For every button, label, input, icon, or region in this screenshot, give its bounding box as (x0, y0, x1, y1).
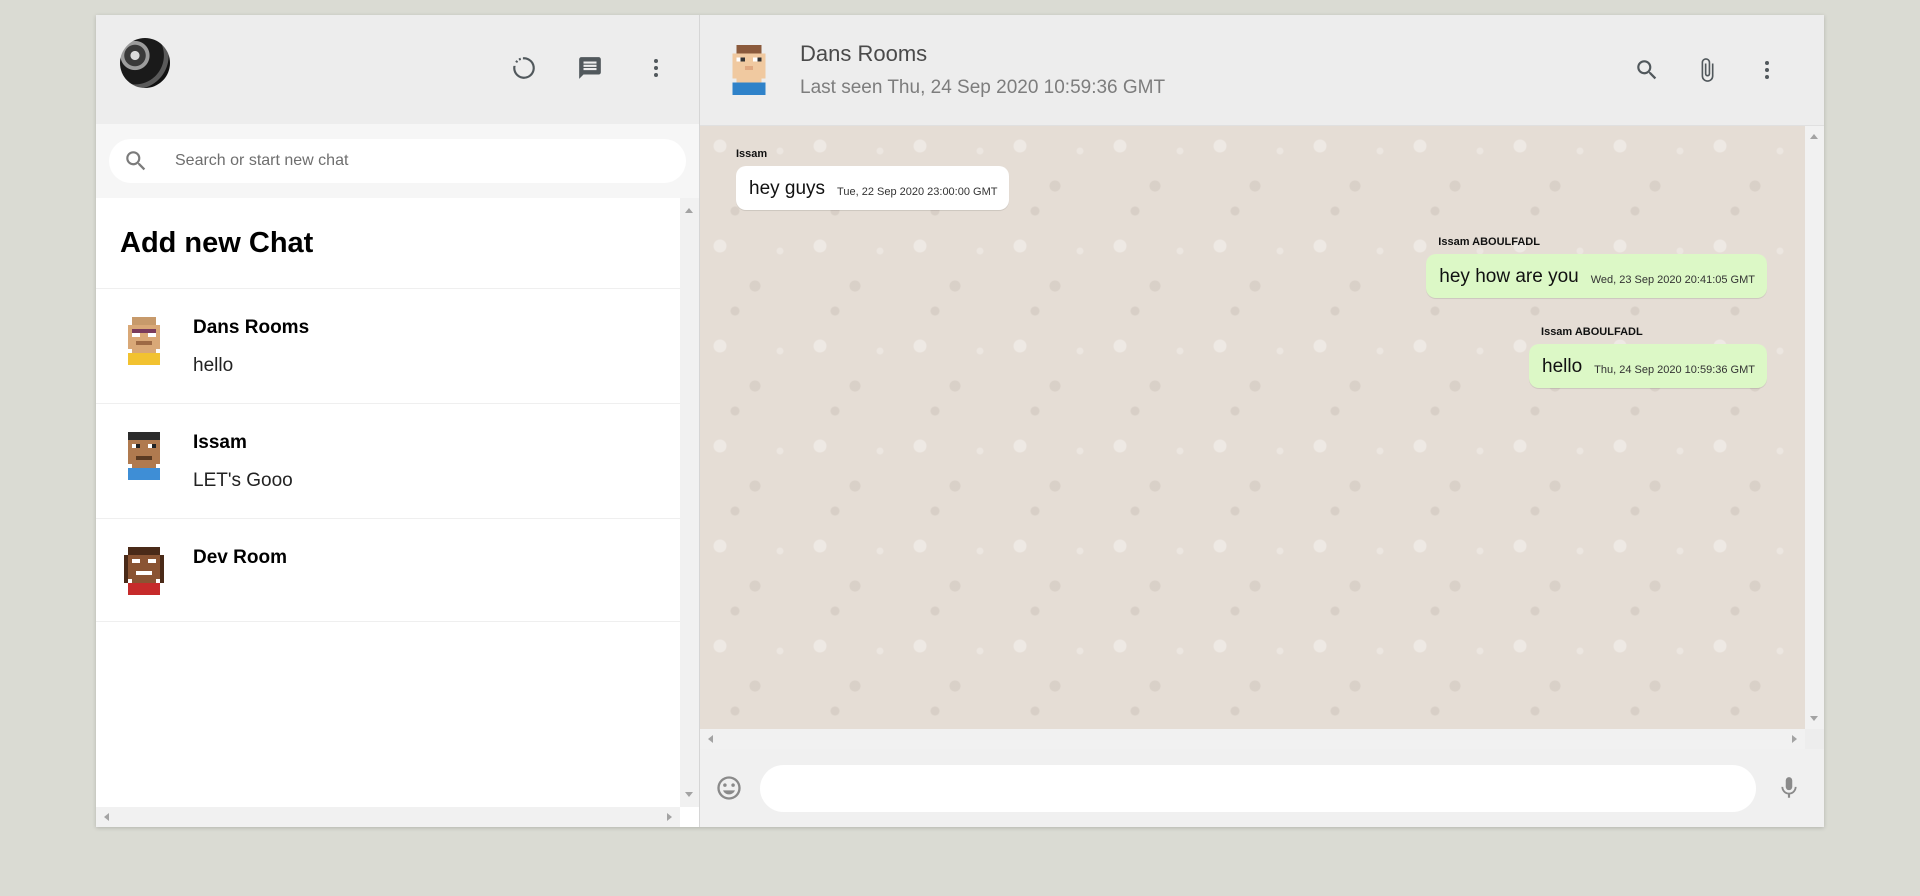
room-name: Dans Rooms (800, 41, 928, 66)
message-bubble[interactable]: hey how are you Wed, 23 Sep 2020 20:41:0… (1426, 254, 1767, 298)
message-time: Wed, 23 Sep 2020 20:41:05 GMT (1590, 274, 1755, 286)
emoji-icon[interactable] (714, 773, 744, 803)
pixel-avatar-dans (128, 317, 160, 365)
sidebar-horizontal-scrollbar[interactable] (96, 807, 680, 827)
chat-body-wrap: Issam hey guys Tue, 22 Sep 2020 23:00:00… (700, 126, 1824, 749)
message-input[interactable] (760, 764, 1756, 812)
search-icon (126, 151, 146, 171)
chat-header-icons (1632, 55, 1782, 85)
chat-horizontal-scrollbar[interactable] (700, 729, 1805, 749)
chat-name: Dev Room (193, 547, 287, 568)
pixel-avatar-issam (128, 432, 160, 480)
chat-list-container: Add new Chat Dans Rooms hello Issam LET'… (96, 198, 699, 827)
chat-last-message: hello (193, 355, 234, 376)
last-seen: Last seen Thu, 24 Sep 2020 10:59:36 GMT (800, 77, 1166, 98)
chat-list: Add new Chat Dans Rooms hello Issam LET'… (96, 198, 680, 807)
room-avatar[interactable] (728, 45, 770, 95)
chat-last-message: LET's Gooo (193, 470, 293, 491)
sidebar-header-icons (509, 53, 671, 83)
sidebar: Add new Chat (96, 15, 700, 827)
chat-list-item[interactable]: Dev Room (96, 519, 680, 622)
chat-vertical-scrollbar[interactable] (1805, 126, 1824, 729)
status-icon[interactable] (509, 53, 539, 83)
new-chat-icon[interactable] (575, 53, 605, 83)
search-area (96, 124, 699, 198)
chat-footer (700, 749, 1824, 827)
chat-panel: Dans Rooms Last seen Thu, 24 Sep 2020 10… (700, 15, 1824, 827)
chat-list-item[interactable]: Dans Rooms hello (96, 289, 680, 404)
message-outgoing: Issam ABOULFADL hey how are you Wed, 23 … (1426, 236, 1767, 298)
chat-header: Dans Rooms Last seen Thu, 24 Sep 2020 10… (700, 15, 1824, 126)
pixel-avatar-dev (124, 547, 164, 595)
sidebar-vertical-scrollbar[interactable] (680, 198, 699, 807)
message-incoming: Issam hey guys Tue, 22 Sep 2020 23:00:00… (736, 148, 1010, 210)
message-time: Tue, 22 Sep 2020 23:00:00 GMT (837, 186, 998, 198)
add-new-chat-label: Add new Chat (120, 226, 314, 259)
chat-list-item[interactable]: Issam LET's Gooo (96, 404, 680, 519)
more-vert-icon[interactable] (641, 53, 671, 83)
message-time: Thu, 24 Sep 2020 10:59:36 GMT (1594, 364, 1755, 376)
message-sender: Issam ABOULFADL (1438, 236, 1540, 248)
add-new-chat[interactable]: Add new Chat (96, 198, 680, 289)
search-input[interactable] (175, 152, 686, 170)
search-icon[interactable] (1632, 55, 1662, 85)
more-vert-icon[interactable] (1752, 55, 1782, 85)
message-outgoing: Issam ABOULFADL hello Thu, 24 Sep 2020 1… (1529, 326, 1767, 388)
message-text: hey guys (749, 178, 826, 199)
whatsapp-clone-app: Add new Chat (96, 15, 1824, 827)
sidebar-header (96, 15, 699, 124)
message-text: hey how are you (1439, 266, 1579, 287)
chat-name: Issam (193, 432, 247, 453)
message-bubble[interactable]: hello Thu, 24 Sep 2020 10:59:36 GMT (1529, 344, 1767, 388)
message-text: hello (1542, 356, 1583, 377)
chat-header-info: Dans Rooms Last seen Thu, 24 Sep 2020 10… (800, 41, 1632, 99)
message-sender: Issam (736, 148, 768, 160)
mic-icon[interactable] (1774, 773, 1804, 803)
user-avatar[interactable] (120, 37, 170, 88)
search-box (109, 139, 686, 183)
message-area: Issam hey guys Tue, 22 Sep 2020 23:00:00… (700, 126, 1805, 729)
chat-name: Dans Rooms (193, 317, 310, 338)
attach-icon[interactable] (1692, 55, 1722, 85)
message-bubble[interactable]: hey guys Tue, 22 Sep 2020 23:00:00 GMT (736, 166, 1010, 210)
message-sender: Issam ABOULFADL (1541, 326, 1643, 338)
